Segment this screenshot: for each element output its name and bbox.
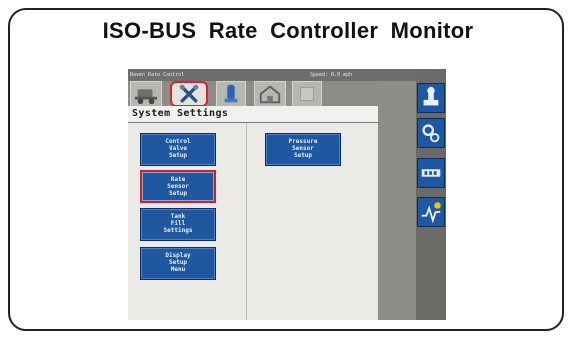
- screen-gap: [379, 81, 416, 320]
- tab-tank[interactable]: [216, 81, 246, 107]
- pressure-sensor-setup-button[interactable]: Pressure Sensor Setup: [265, 133, 341, 166]
- tab-sprayer[interactable]: [130, 81, 162, 107]
- status-bar: Raven Rate Control Speed: 0.0 mph: [128, 69, 446, 81]
- display-setup-menu-button[interactable]: Display Setup Menu: [140, 247, 216, 280]
- tab-tools[interactable]: [170, 81, 208, 107]
- status-right: Speed: 0.0 mph: [310, 72, 353, 78]
- rate-sensor-setup-button[interactable]: Rate Sensor Setup: [140, 170, 216, 203]
- implement-button[interactable]: [417, 83, 445, 113]
- control-valve-setup-button[interactable]: Control Valve Setup: [140, 133, 216, 166]
- tank-fill-settings-button[interactable]: Tank Fill Settings: [140, 208, 216, 241]
- tab-blank[interactable]: [292, 81, 322, 107]
- home-icon: [259, 85, 281, 104]
- screen-title-bar: System Settings: [128, 106, 378, 123]
- figure-caption: ISO-BUS Rate Controller Monitor: [102, 18, 474, 43]
- graph-alert-button[interactable]: [417, 197, 445, 227]
- meter-icon: [421, 169, 441, 177]
- graph-alert-icon: [421, 202, 441, 224]
- blank-icon: [300, 87, 314, 101]
- implement-icon: [423, 86, 439, 106]
- status-left: Raven Rate Control: [130, 72, 185, 78]
- tank-icon: [224, 84, 238, 103]
- sprayer-icon: [134, 89, 158, 105]
- gears-icon: [422, 124, 440, 143]
- gears-button[interactable]: [417, 118, 445, 148]
- tab-home[interactable]: [254, 81, 286, 107]
- meter-button[interactable]: [417, 158, 445, 188]
- controller-screen: Raven Rate Control Speed: 0.0 mph System…: [128, 69, 446, 320]
- screen-title: System Settings: [132, 108, 229, 119]
- panel-divider: [246, 123, 247, 320]
- tools-icon: [179, 84, 199, 103]
